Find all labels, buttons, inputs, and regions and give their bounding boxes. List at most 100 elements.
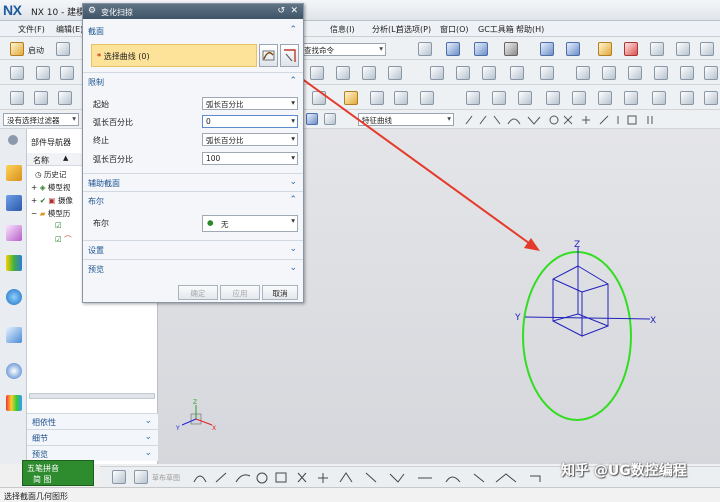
render-style-icon[interactable] — [446, 42, 460, 56]
nav-section-preview[interactable]: 预览 ⌄ — [27, 445, 158, 461]
offset-curve-icon[interactable] — [466, 91, 480, 105]
tree-item-curve[interactable]: ☑ ⌒ — [55, 234, 72, 245]
mirror-icon[interactable] — [654, 66, 668, 80]
curve-rule[interactable]: 特征曲线 — [358, 113, 454, 126]
feature-curve-icon[interactable] — [324, 113, 336, 125]
arc-icon[interactable] — [394, 91, 408, 105]
menu-edit[interactable]: 编辑(E) — [56, 24, 83, 35]
section-preview[interactable]: 预览 ⌄ — [83, 262, 303, 276]
measure-icon[interactable] — [676, 42, 690, 56]
selection-filter[interactable]: 没有选择过滤器 — [3, 113, 79, 126]
new-file-icon[interactable] — [56, 42, 70, 56]
selection-scope-icon[interactable] — [306, 113, 318, 125]
clock-icon[interactable] — [6, 363, 22, 379]
subtract-icon[interactable] — [456, 66, 470, 80]
close-icon[interactable]: ✕ — [290, 6, 298, 16]
web-browser-icon[interactable] — [6, 289, 22, 305]
column-name[interactable]: 名称 — [33, 155, 49, 166]
history-icon[interactable] — [6, 327, 22, 343]
through-curves-icon[interactable] — [598, 91, 612, 105]
tree-item-model-views[interactable]: + ◈ 模型视 — [31, 182, 70, 193]
snap-icon[interactable] — [624, 42, 638, 56]
sketch-finish-icon[interactable] — [134, 470, 148, 484]
tree-item-datum[interactable]: ☑ — [55, 221, 62, 230]
end-mode-select[interactable]: 弧长百分比 — [202, 133, 298, 146]
section-settings[interactable]: 设置 ⌄ — [83, 243, 303, 257]
line-icon[interactable] — [370, 91, 384, 105]
block-icon[interactable] — [310, 66, 324, 80]
dialog-gear-icon[interactable]: ⚙ — [88, 6, 96, 16]
trim-body-icon[interactable] — [680, 66, 694, 80]
apply-button[interactable]: 应用 — [220, 285, 260, 300]
section-profile[interactable]: 截面 ⌃ — [83, 24, 303, 38]
menu-help[interactable]: 帮助(H) — [516, 24, 544, 35]
sketch-curve-icons[interactable] — [190, 470, 620, 485]
green-circle-curve[interactable] — [522, 251, 632, 421]
part-navigator-icon[interactable] — [6, 165, 22, 181]
datum-plane-icon[interactable] — [10, 91, 24, 105]
start-mode-select[interactable]: 弧长百分比 — [202, 97, 298, 110]
hole-icon[interactable] — [312, 91, 326, 105]
revolve-icon[interactable] — [60, 66, 74, 80]
cylinder-icon[interactable] — [336, 66, 350, 80]
assembly-navigator-icon[interactable] — [6, 195, 22, 211]
triangle-icon[interactable] — [546, 91, 560, 105]
more-icon[interactable] — [700, 42, 714, 56]
menu-file[interactable]: 文件(F) — [18, 24, 45, 35]
reuse-library-icon[interactable] — [6, 255, 22, 271]
tree-item-cameras[interactable]: + ✔ ▣ 摄像 — [31, 195, 73, 206]
menu-preferences[interactable]: 首选项(P) — [396, 24, 431, 35]
section-boolean[interactable]: 布尔 ⌃ — [83, 194, 303, 208]
navigator-scrollbar[interactable] — [29, 393, 155, 399]
display-mode-icon[interactable] — [504, 42, 518, 56]
datum-axis-icon[interactable] — [34, 91, 48, 105]
mesh-surface-icon[interactable] — [572, 91, 586, 105]
grid-icon[interactable] — [650, 42, 664, 56]
view-fit-icon[interactable] — [418, 42, 432, 56]
swept-icon[interactable] — [624, 91, 638, 105]
start-percent-input[interactable]: 0 — [202, 115, 298, 128]
menu-analysis[interactable]: 分析(L) — [372, 24, 399, 35]
menu-window[interactable]: 窗口(O) — [440, 24, 469, 35]
start-label[interactable]: 启动 — [28, 45, 44, 56]
layer-icon[interactable] — [566, 42, 580, 56]
split-body-icon[interactable] — [704, 66, 718, 80]
sort-up-icon[interactable]: ▲ — [63, 154, 68, 162]
wcs-icon[interactable] — [598, 42, 612, 56]
spline-icon[interactable] — [420, 91, 434, 105]
pattern-icon[interactable] — [628, 66, 642, 80]
settings-gear-icon[interactable] — [8, 135, 18, 145]
command-search[interactable]: 查找命令 — [300, 43, 386, 56]
shaded-cube-icon[interactable] — [474, 42, 488, 56]
sketch-icon[interactable] — [10, 66, 24, 80]
unite-icon[interactable] — [430, 66, 444, 80]
cancel-button[interactable]: 取消 — [262, 285, 298, 300]
tree-item-model-history[interactable]: − ▰ 模型历 — [31, 208, 70, 219]
nav-section-dependencies[interactable]: 相依性 ⌄ — [27, 413, 158, 429]
intersect-icon[interactable] — [482, 66, 496, 80]
reset-icon[interactable]: ↺ — [277, 6, 285, 16]
extrude-icon[interactable] — [36, 66, 50, 80]
datum-csys-icon[interactable] — [58, 91, 72, 105]
edge-blend-icon[interactable] — [510, 66, 524, 80]
tree-item-history[interactable]: ◷ 历史记 — [35, 169, 66, 180]
nav-section-details[interactable]: 细节 ⌄ — [27, 429, 158, 445]
menu-gc-toolbox[interactable]: GC工具箱 — [478, 24, 514, 35]
view-orient-icon[interactable] — [540, 42, 554, 56]
ok-button[interactable]: 确定 — [178, 285, 218, 300]
section-limits[interactable]: 限制 ⌃ — [83, 75, 303, 89]
sphere-icon[interactable] — [388, 66, 402, 80]
sew-icon[interactable] — [680, 91, 694, 105]
sketch-section-icon[interactable] — [280, 44, 299, 67]
cone-icon[interactable] — [362, 66, 376, 80]
draft-icon[interactable] — [602, 66, 616, 80]
sketch-task-icon[interactable] — [112, 470, 126, 484]
ime-panel[interactable]: 五笔拼音 简 图 — [22, 460, 94, 486]
constraint-navigator-icon[interactable] — [6, 225, 22, 241]
end-percent-input[interactable]: 100 — [202, 152, 298, 165]
project-curve-icon[interactable] — [492, 91, 506, 105]
section-auxiliary[interactable]: 辅助截面 ⌄ — [83, 176, 303, 190]
shell-icon[interactable] — [576, 66, 590, 80]
curve-selection-icon[interactable] — [259, 44, 278, 67]
start-icon[interactable] — [10, 42, 24, 56]
